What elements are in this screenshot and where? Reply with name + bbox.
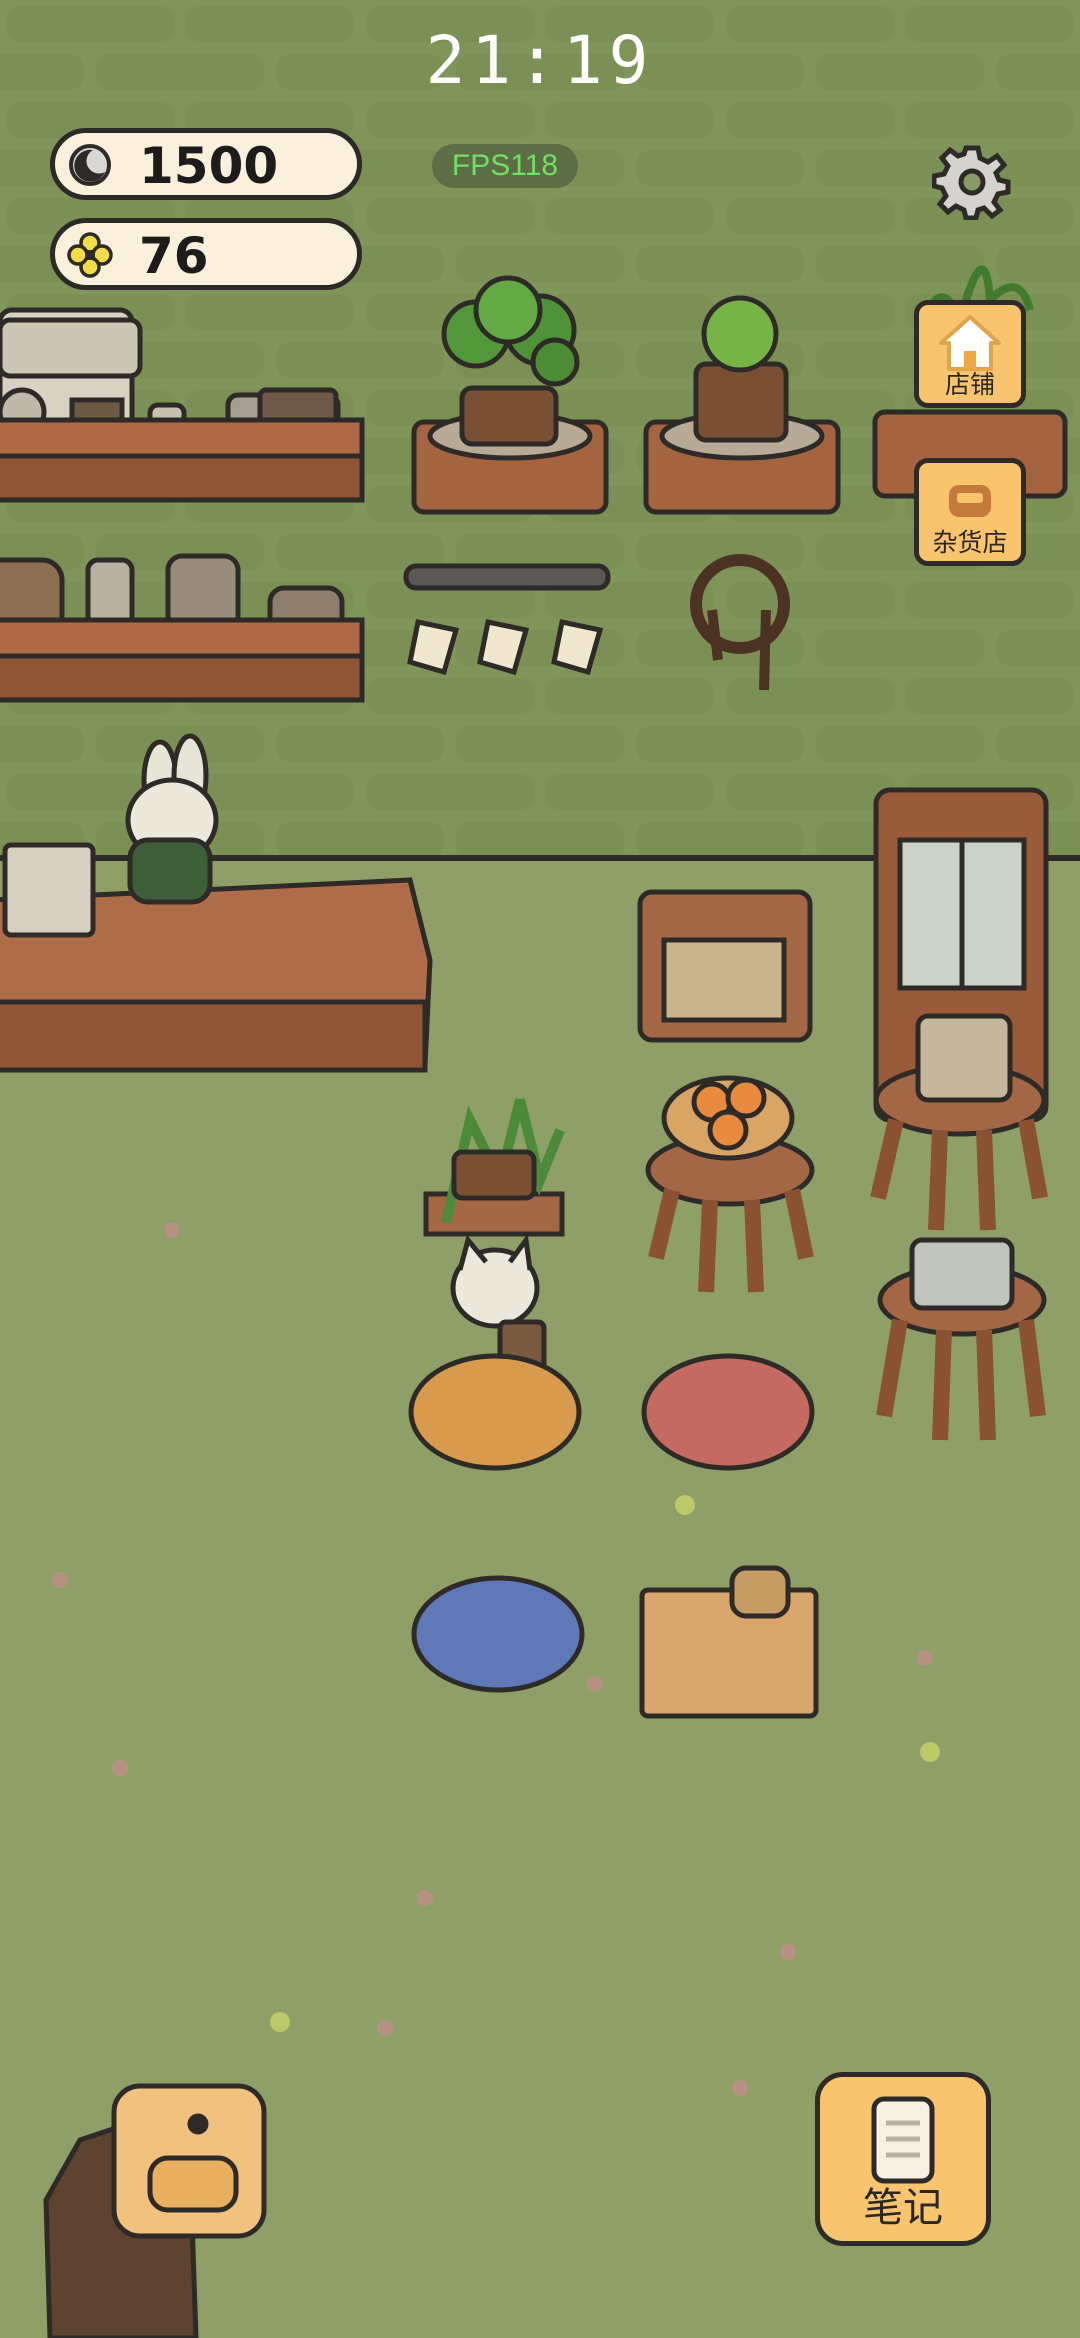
clover-count: 76 bbox=[139, 227, 209, 285]
moon-count: 1500 bbox=[139, 137, 279, 195]
grocery-store-button[interactable]: 杂货店 bbox=[914, 458, 1026, 566]
notes-label: 笔记 bbox=[863, 2185, 943, 2231]
moon-icon bbox=[69, 144, 111, 186]
clock: 21:19 bbox=[425, 22, 655, 99]
shop-button[interactable]: 店铺 bbox=[914, 300, 1026, 408]
gear-icon bbox=[931, 145, 1011, 221]
shop-label: 店铺 bbox=[944, 370, 995, 399]
clover-icon bbox=[67, 232, 113, 278]
moon-currency: 1500 bbox=[50, 128, 362, 200]
settings-button[interactable] bbox=[931, 140, 1012, 221]
fps-counter: FPS118 bbox=[432, 144, 578, 188]
grocery-store-label: 杂货店 bbox=[932, 528, 1008, 557]
clover-currency: 76 bbox=[50, 218, 362, 290]
game-scene[interactable]: 21:19 FPS118 1500 76 店铺 杂货店 笔记 bbox=[0, 0, 1080, 2338]
notes-button[interactable]: 笔记 bbox=[815, 2072, 991, 2246]
